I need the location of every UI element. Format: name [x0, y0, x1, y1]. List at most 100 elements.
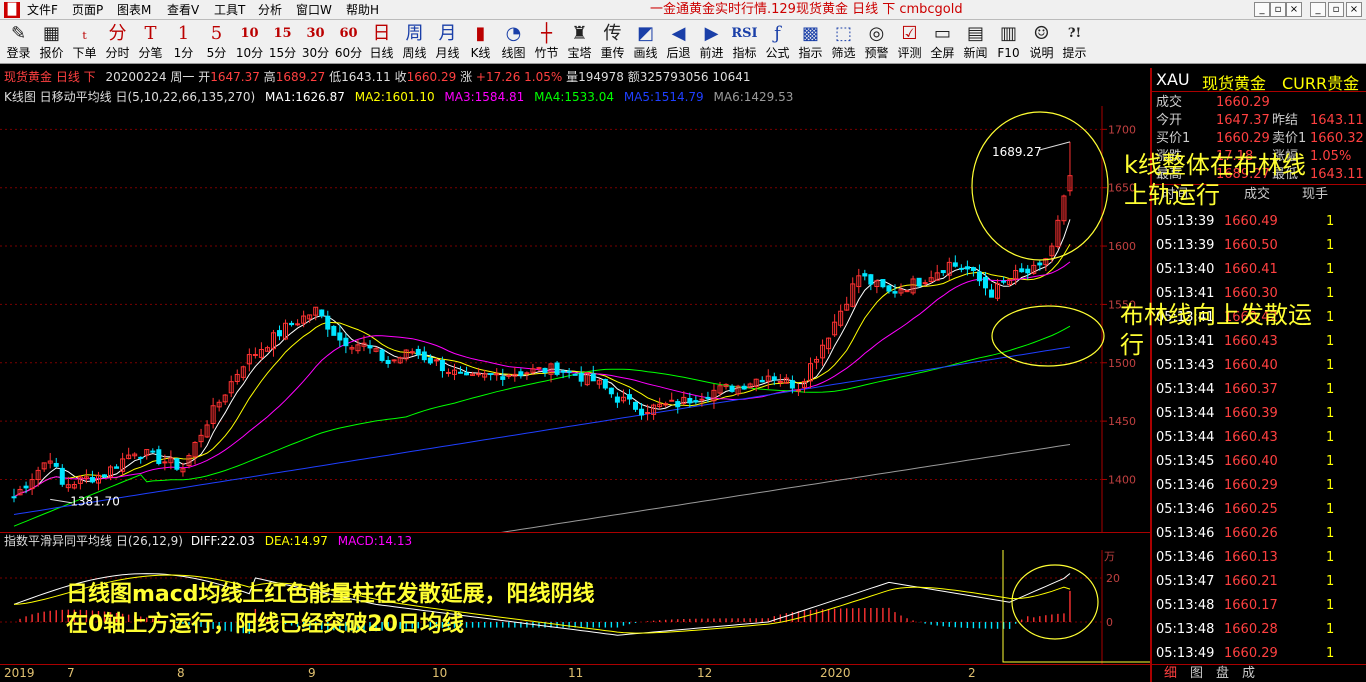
toolbar-icon: 1 [177, 23, 190, 44]
toolbar-label: 竹节 [534, 46, 559, 60]
toolbar-button-0[interactable]: ✎ 登录 [2, 22, 35, 62]
toolbar-label: 指标 [732, 46, 757, 60]
candle-body [319, 309, 325, 317]
quote-row: 买价1 1660.29 卖价1 1660.32 [1152, 130, 1366, 148]
quote-cell-v: 1660.29 [1216, 95, 1270, 110]
toolbar-button-16[interactable]: ┼ 竹节 [530, 22, 563, 62]
tick-cell-t: 05:13:39 [1156, 214, 1215, 229]
candle-body [385, 359, 391, 364]
tick-cell-q: 1 [1326, 310, 1335, 325]
toolbar-button-19[interactable]: ◩ 画线 [629, 22, 662, 62]
toolbar-button-13[interactable]: 月月线 [431, 22, 464, 62]
toolbar-button-29[interactable]: ▤ 新闻 [959, 22, 992, 62]
toolbar-button-32[interactable]: ?! 提示 [1058, 22, 1091, 62]
tick-cell-q: 1 [1326, 214, 1335, 229]
menu-chart[interactable]: 图表M [117, 2, 151, 18]
toolbar-button-23[interactable]: ƒ 公式 [761, 22, 794, 62]
toolbar-button-20[interactable]: ◀ 后退 [662, 22, 695, 62]
toolbar-button-17[interactable]: ♜ 宝塔 [563, 22, 596, 62]
toolbar-button-11[interactable]: 日日线 [365, 22, 398, 62]
toolbar-button-2[interactable]: ₜ 下单 [68, 22, 101, 62]
candle-body [524, 372, 530, 375]
toolbar-button-10[interactable]: 60 60分 [332, 22, 365, 62]
xtick-11: 11 [568, 666, 584, 680]
toolbar-button-22[interactable]: RSI 指标 [728, 22, 761, 62]
xtick-2: 2 [968, 666, 976, 680]
ma3-value: MA3:1584.81 [444, 90, 525, 104]
toolbar-button-4[interactable]: T 分笔 [134, 22, 167, 62]
tick-row: 05:13:48 1660.17 1 [1152, 594, 1366, 618]
quote-cell-k2: 卖价1 [1272, 131, 1307, 146]
toolbar-button-18[interactable]: 传重传 [596, 22, 629, 62]
minimize-button[interactable]: _ [1310, 2, 1326, 17]
candle-body [1037, 262, 1043, 266]
candle-body [536, 367, 542, 370]
toolbar-button-1[interactable]: ▦ 报价 [35, 22, 68, 62]
sub-close-button[interactable]: × [1286, 2, 1302, 17]
kline-chart[interactable]: 14001450150015501600165017001689.271381.… [0, 106, 1150, 532]
toolbar-icon: ☑ [901, 23, 918, 44]
toolbar-button-8[interactable]: 15 15分 [266, 22, 299, 62]
toolbar-icon: ◩ [636, 23, 654, 44]
toolbar-button-27[interactable]: ☑ 评测 [893, 22, 926, 62]
candle-body [741, 385, 747, 390]
tab-chart[interactable]: 图 [1190, 665, 1203, 682]
tick-cell-q: 1 [1326, 502, 1335, 517]
tick-row: 05:13:46 1660.25 1 [1152, 498, 1366, 522]
toolbar-button-25[interactable]: ⬚ 筛选 [827, 22, 860, 62]
annotation-macd: 日线图macd均线上红色能量柱在发散延展，阳线阴线 在0轴上方运行，阳线已经突破… [66, 580, 595, 640]
tab-book[interactable]: 盘 [1216, 665, 1229, 682]
toolbar-button-7[interactable]: 10 10分 [233, 22, 266, 62]
tab-trades[interactable]: 成 [1242, 665, 1255, 682]
toolbar-label: 日线 [369, 46, 394, 60]
toolbar-button-3[interactable]: 分分时 [101, 22, 134, 62]
toolbar-button-21[interactable]: ▶ 前进 [695, 22, 728, 62]
tick-cell-p: 1660.29 [1224, 646, 1278, 661]
toolbar-button-12[interactable]: 周周线 [398, 22, 431, 62]
title-bar: █ 文件F 页面P 图表M 查看V 工具T 分析 窗口W 帮助H 一金通黄金实时… [0, 0, 1366, 20]
toolbar-icon: ☺ [1033, 23, 1050, 44]
toolbar-button-5[interactable]: 1 1分 [167, 22, 200, 62]
menu-analysis[interactable]: 分析 [258, 2, 282, 18]
annotation-line: k线整体在布林线 [1124, 151, 1306, 179]
toolbar-button-31[interactable]: ☺ 说明 [1025, 22, 1058, 62]
tick-cell-q: 1 [1326, 430, 1335, 445]
sub-minimize-button[interactable]: _ [1254, 2, 1270, 17]
tick-cell-p: 1660.13 [1224, 550, 1278, 565]
toolbar-button-9[interactable]: 30 30分 [299, 22, 332, 62]
quote-cell-v2: 1.05% [1310, 149, 1352, 164]
candle-body [645, 412, 651, 415]
menu-view[interactable]: 查看V [167, 2, 199, 18]
candle-body [626, 394, 632, 400]
menu-page[interactable]: 页面P [72, 2, 103, 18]
close-button[interactable]: × [1346, 2, 1362, 17]
toolbar-button-6[interactable]: 5 5分 [200, 22, 233, 62]
tick-cell-q: 1 [1326, 574, 1335, 589]
menu-file[interactable]: 文件F [27, 2, 58, 18]
toolbar-label: 筛选 [831, 46, 856, 60]
toolbar-button-15[interactable]: ◔ 线图 [497, 22, 530, 62]
toolbar-button-30[interactable]: ▥ F10 [992, 22, 1025, 62]
instrument-name: 现货黄金 日线 下 [4, 70, 96, 84]
toolbar-button-26[interactable]: ◎ 预警 [860, 22, 893, 62]
toolbar-button-14[interactable]: ▮ K线 [464, 22, 497, 62]
restore-button[interactable]: ▫ [1328, 2, 1344, 17]
candle-body [989, 289, 995, 298]
candle-body [699, 398, 705, 401]
tick-cell-t: 05:13:44 [1156, 430, 1215, 445]
tick-row: 05:13:46 1660.26 1 [1152, 522, 1366, 546]
candle-body [982, 276, 988, 289]
menu-window[interactable]: 窗口W [296, 2, 332, 18]
toolbar-label: 下单 [72, 46, 97, 60]
toolbar-button-28[interactable]: ▭ 全屏 [926, 22, 959, 62]
toolbar-label: F10 [997, 46, 1020, 60]
tab-detail[interactable]: 细 [1164, 665, 1177, 682]
menu-help[interactable]: 帮助H [346, 2, 379, 18]
menu-tools[interactable]: 工具T [214, 2, 245, 18]
candle-body [379, 349, 385, 361]
candle-body [789, 380, 795, 389]
toolbar-button-24[interactable]: ▩ 指示 [794, 22, 827, 62]
candle-body [59, 467, 65, 485]
tick-cell-p: 1660.41 [1224, 262, 1278, 277]
sub-restore-button[interactable]: ▫ [1270, 2, 1286, 17]
